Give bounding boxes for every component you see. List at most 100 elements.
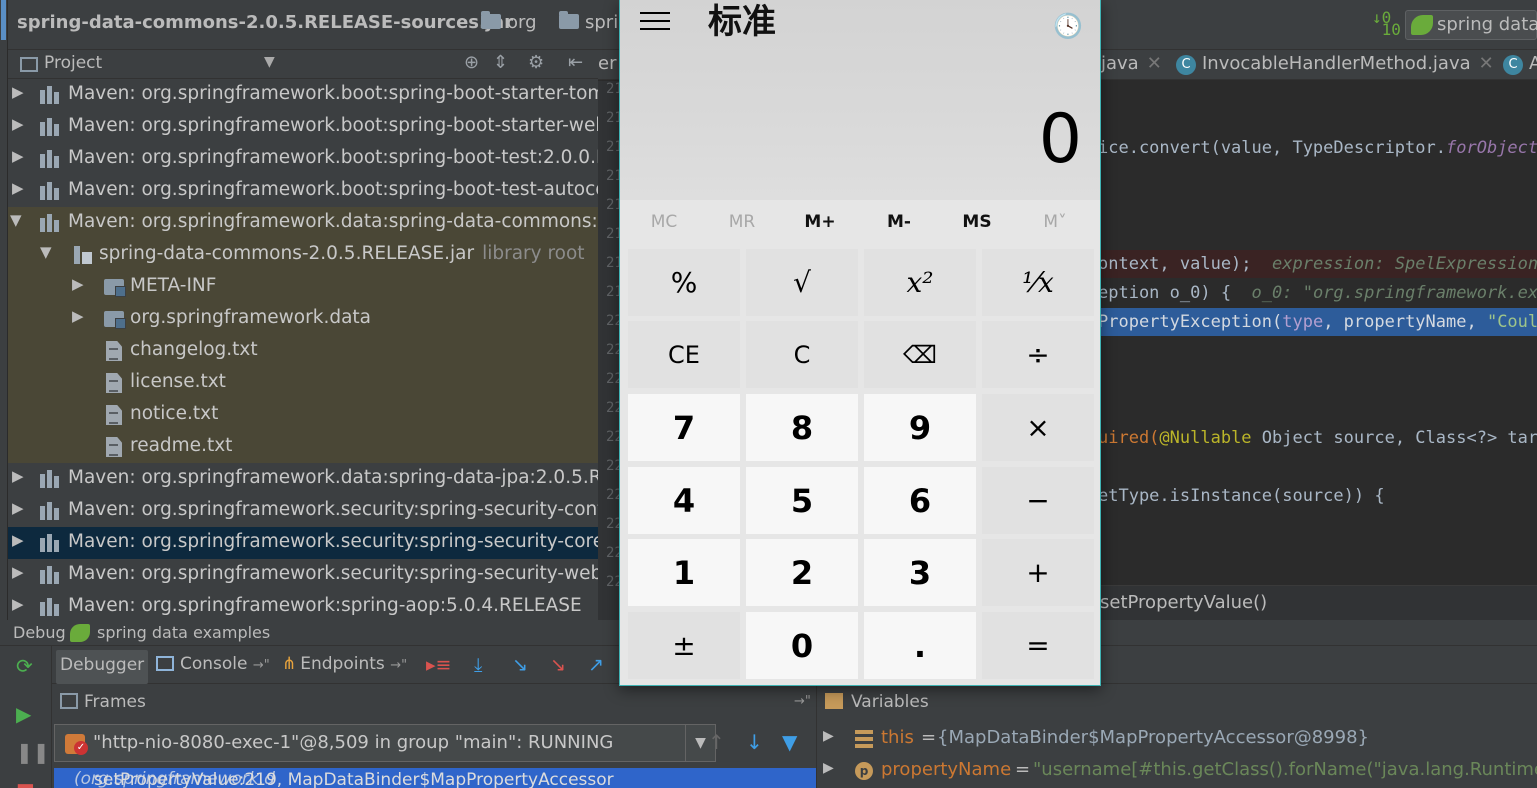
- editor-tab[interactable]: er: [598, 50, 616, 80]
- memory-store-button[interactable]: MS: [947, 212, 1007, 232]
- digit-7-button[interactable]: 7: [628, 394, 740, 461]
- expand-arrow-icon[interactable]: ▶: [823, 760, 834, 776]
- tree-item[interactable]: ▶ Maven: org.springframework.security:sp…: [8, 495, 598, 527]
- tree-item[interactable]: ▶ Maven: org.springframework.boot:spring…: [8, 175, 598, 207]
- hamburger-menu-icon[interactable]: [640, 8, 670, 32]
- tree-item[interactable]: ▶ Maven: org.springframework:spring-aop:…: [8, 591, 598, 620]
- digit-1-button[interactable]: 1: [628, 539, 740, 606]
- stack-frame-row[interactable]: setPropertyValue:219, MapDataBinder$MapP…: [54, 768, 816, 788]
- equals-button[interactable]: =: [982, 612, 1094, 679]
- backspace-button[interactable]: ⌫: [864, 321, 976, 388]
- filter-icon[interactable]: ▼: [782, 730, 797, 754]
- subtract-button[interactable]: −: [982, 467, 1094, 534]
- force-step-into-icon[interactable]: ↘: [550, 654, 566, 676]
- digit-3-button[interactable]: 3: [864, 539, 976, 606]
- rerun-icon[interactable]: ⟳: [16, 654, 33, 678]
- code-line[interactable]: ontext, value); expression: SpelExpressi…: [1098, 254, 1537, 274]
- pause-icon[interactable]: ❚❚: [16, 740, 50, 764]
- project-tool-marker[interactable]: [1, 0, 6, 40]
- clear-entry-button[interactable]: CE: [628, 321, 740, 388]
- tree-item[interactable]: license.txt: [8, 367, 598, 399]
- collapse-all-icon[interactable]: ⇕: [493, 52, 508, 73]
- run-configuration-select[interactable]: spring data: [1405, 10, 1537, 40]
- breadcrumb-spri[interactable]: spri: [559, 11, 618, 33]
- code-line[interactable]: etType.isInstance(source)) {: [1098, 486, 1385, 506]
- pin-icon[interactable]: →": [794, 694, 811, 709]
- expand-arrow-icon[interactable]: ▶: [12, 531, 24, 549]
- tree-item-selected[interactable]: ▶ Maven: org.springframework.security:sp…: [8, 527, 598, 559]
- method-breadcrumb[interactable]: setPropertyValue(): [1100, 592, 1267, 613]
- decimal-point-button[interactable]: .: [864, 612, 976, 679]
- reciprocal-button[interactable]: ¹⁄x: [982, 249, 1094, 316]
- memory-clear-button[interactable]: MC: [634, 212, 694, 232]
- memory-list-button[interactable]: M˅: [1025, 212, 1085, 232]
- stop-icon[interactable]: ■: [16, 778, 35, 788]
- tree-item[interactable]: ▶ Maven: org.springframework.boot:spring…: [8, 111, 598, 143]
- code-line[interactable]: ice.convert(value, TypeDescriptor.forObj…: [1098, 138, 1537, 158]
- tab-debugger[interactable]: Debugger: [56, 650, 149, 684]
- step-out-icon[interactable]: ↗: [588, 654, 604, 676]
- expand-arrow-icon[interactable]: ▶: [12, 563, 24, 581]
- expand-arrow-icon[interactable]: ▶: [12, 147, 24, 165]
- show-execution-point-icon[interactable]: ▸≡: [426, 654, 451, 676]
- add-button[interactable]: +: [982, 539, 1094, 606]
- tree-item[interactable]: notice.txt: [8, 399, 598, 431]
- locate-icon[interactable]: ⊕: [464, 52, 479, 73]
- gear-icon[interactable]: ⚙: [528, 52, 544, 73]
- tree-item[interactable]: readme.txt: [8, 431, 598, 463]
- expand-arrow-icon[interactable]: ▶: [12, 467, 24, 485]
- expand-arrow-icon[interactable]: ▶: [12, 83, 24, 101]
- arrow-up-icon[interactable]: ↑: [708, 730, 725, 754]
- digit-0-button[interactable]: 0: [746, 612, 858, 679]
- digit-5-button[interactable]: 5: [746, 467, 858, 534]
- project-panel-title[interactable]: Project: [44, 53, 102, 73]
- expand-arrow-icon[interactable]: ▶: [12, 115, 24, 133]
- close-icon[interactable]: ✕: [1147, 53, 1162, 74]
- editor-tab[interactable]: C InvocableHandlerMethod.java ✕: [1176, 50, 1494, 80]
- arrow-down-icon[interactable]: ↓: [746, 730, 763, 754]
- close-icon[interactable]: ✕: [1479, 53, 1494, 74]
- editor-tab[interactable]: CA: [1503, 50, 1537, 80]
- tree-item[interactable]: ▼ Maven: org.springframework.data:spring…: [8, 207, 598, 239]
- resume-icon[interactable]: ▶: [16, 702, 31, 726]
- multiply-button[interactable]: ×: [982, 394, 1094, 461]
- expand-arrow-icon[interactable]: ▶: [12, 499, 24, 517]
- hide-panel-icon[interactable]: ⇤: [568, 52, 583, 73]
- square-root-button[interactable]: √: [746, 249, 858, 316]
- expand-arrow-icon[interactable]: ▶: [72, 307, 84, 325]
- memory-add-button[interactable]: M+: [790, 212, 850, 232]
- step-over-icon[interactable]: ⤓: [474, 654, 482, 676]
- digit-4-button[interactable]: 4: [628, 467, 740, 534]
- editor-tab[interactable]: java ✕: [1101, 50, 1162, 80]
- digit-2-button[interactable]: 2: [746, 539, 858, 606]
- thread-select[interactable]: "http-nio-8080-exec-1"@8,509 in group "m…: [54, 724, 686, 762]
- debug-config-name[interactable]: spring data examples: [97, 623, 270, 642]
- expand-arrow-icon[interactable]: ▶: [823, 728, 834, 744]
- breadcrumb-org[interactable]: org: [481, 11, 537, 33]
- tab-endpoints[interactable]: ⋔ Endpoints →": [282, 654, 407, 674]
- expand-arrow-icon[interactable]: ▶: [72, 275, 84, 293]
- tab-console[interactable]: Console →": [156, 654, 270, 674]
- collapse-arrow-icon[interactable]: ▼: [40, 243, 52, 261]
- expand-arrow-icon[interactable]: ▶: [12, 595, 24, 613]
- digit-6-button[interactable]: 6: [864, 467, 976, 534]
- square-button[interactable]: x²: [864, 249, 976, 316]
- expand-arrow-icon[interactable]: ▶: [12, 179, 24, 197]
- digit-9-button[interactable]: 9: [864, 394, 976, 461]
- history-icon[interactable]: 🕓: [1053, 12, 1083, 40]
- code-line[interactable]: eption o_0) { o_0: "org.springframework.…: [1098, 283, 1537, 303]
- tree-item[interactable]: ▶ Maven: org.springframework.boot:spring…: [8, 143, 598, 175]
- divide-button[interactable]: ÷: [982, 321, 1094, 388]
- breadcrumb-jar[interactable]: spring-data-commons-2.0.5.RELEASE-source…: [17, 12, 513, 33]
- clear-button[interactable]: C: [746, 321, 858, 388]
- code-line[interactable]: uired(@Nullable Object source, Class<?> …: [1098, 428, 1537, 448]
- tree-item[interactable]: changelog.txt: [8, 335, 598, 367]
- digit-8-button[interactable]: 8: [746, 394, 858, 461]
- step-into-icon[interactable]: ↘: [512, 654, 528, 676]
- tree-item[interactable]: ▶ org.springframework.data: [8, 303, 598, 335]
- chevron-down-icon[interactable]: ▼: [264, 54, 275, 70]
- code-line-current[interactable]: PropertyException(type, propertyName, "C…: [1098, 312, 1537, 332]
- negate-button[interactable]: ±: [628, 612, 740, 679]
- memory-subtract-button[interactable]: M-: [869, 212, 929, 232]
- tree-item[interactable]: ▶ Maven: org.springframework.security:sp…: [8, 559, 598, 591]
